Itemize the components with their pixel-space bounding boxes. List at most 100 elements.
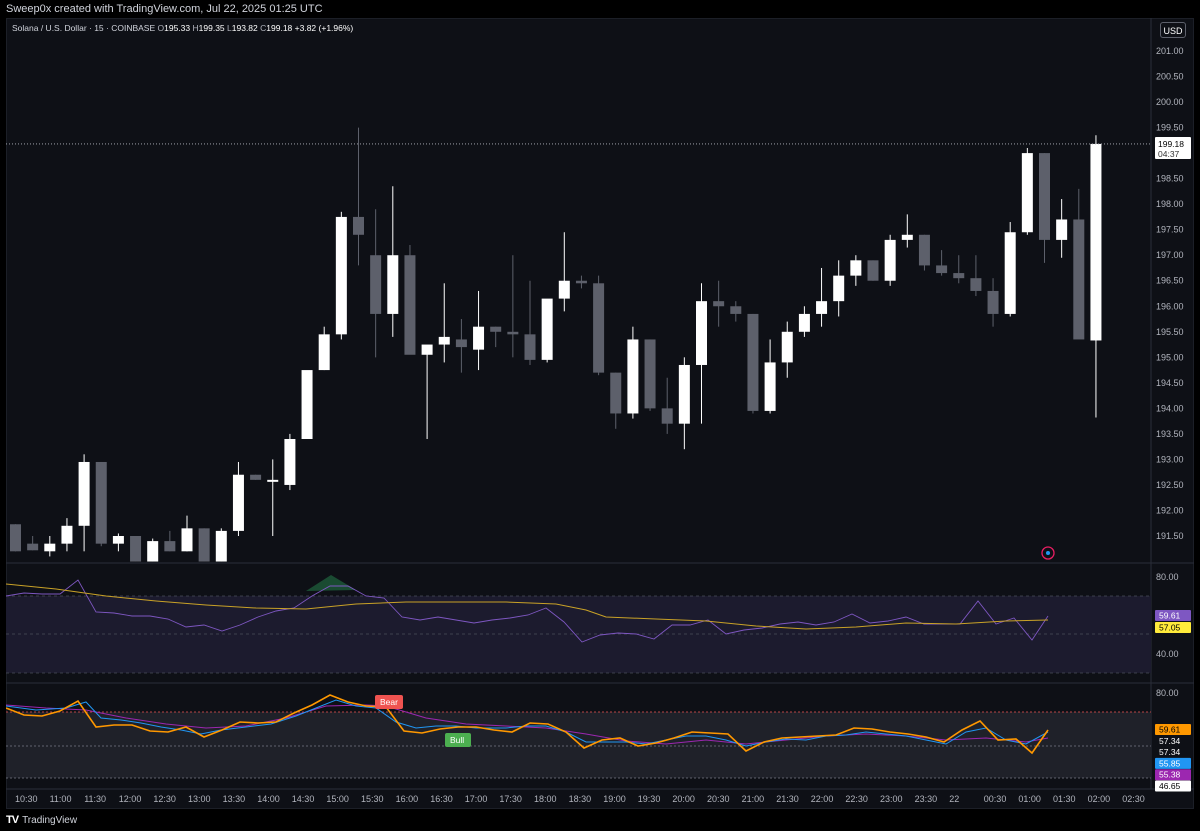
time-axis-label: 19:30 — [638, 794, 661, 804]
price-axis-label: 195.00 — [1156, 352, 1184, 362]
candle-body — [78, 461, 90, 526]
candle-body — [455, 339, 467, 348]
rsi-badges: 59.61 57.05 — [1155, 610, 1191, 633]
footer: TV TradingView — [6, 812, 77, 828]
time-axis-label: 23:30 — [915, 794, 938, 804]
price-axis[interactable]: 201.00 200.50 200.00 199.50 198.50 198.00 197.… — [1156, 46, 1184, 541]
time-axis-label: 01:30 — [1053, 794, 1076, 804]
time-axis-label: 19:00 — [603, 794, 626, 804]
candle-body — [10, 524, 21, 552]
time-axis-label: 13:30 — [223, 794, 246, 804]
candle-body — [473, 326, 485, 350]
candle-body — [798, 313, 810, 332]
candle-body — [387, 255, 399, 314]
time-axis-label: 00:30 — [984, 794, 1007, 804]
price-axis-label: 200.00 — [1156, 97, 1184, 107]
price-axis-label: 198.00 — [1156, 199, 1184, 209]
currency-button[interactable]: USD — [1160, 22, 1186, 38]
candle-body — [764, 362, 776, 411]
open-value: 195.33 — [164, 23, 191, 33]
price-axis-label: 199.50 — [1156, 123, 1184, 133]
candle-body — [661, 408, 673, 424]
candle-body — [901, 234, 913, 240]
time-axis-label: 02:00 — [1088, 794, 1111, 804]
candle-body — [781, 331, 793, 363]
candle-body — [918, 234, 930, 266]
candle-body — [1056, 219, 1068, 240]
candle-body — [593, 283, 605, 373]
candle-body — [867, 260, 879, 281]
price-axis-label: 195.50 — [1156, 327, 1184, 337]
candle-body — [558, 280, 570, 299]
candle-body — [644, 339, 656, 409]
candle-body — [627, 339, 639, 414]
candle-body — [215, 530, 227, 562]
time-axis-label: 12:30 — [153, 794, 176, 804]
rsi-axis-top: 80.00 — [1156, 572, 1179, 582]
candle-body — [370, 255, 382, 314]
osc-badges: 59.6157.3457.3455.8555.3846.65 — [1155, 724, 1191, 792]
candle-body — [404, 255, 416, 355]
value-badge-text: 55.85 — [1159, 758, 1181, 768]
value-badge-text: 59.61 — [1159, 611, 1181, 621]
high-value: 199.35 — [198, 23, 225, 33]
price-axis-label: 192.50 — [1156, 480, 1184, 490]
rsi-overbought-fill — [306, 575, 356, 591]
change-value: +3.82 (+1.96%) — [294, 23, 354, 33]
attribution-text: Sweep0x created with TradingView.com, Ju… — [6, 3, 323, 15]
bear-label: Bear — [380, 697, 398, 707]
candle-body — [421, 344, 433, 355]
candle-body — [301, 370, 313, 439]
candle-body — [1073, 219, 1085, 340]
osc-axis-top: 80.00 — [1156, 688, 1179, 698]
close-value: 199.18 — [266, 23, 293, 33]
candle-body — [713, 301, 725, 307]
time-axis-label: 17:30 — [499, 794, 522, 804]
candle-body — [164, 541, 176, 552]
candlestick-series — [10, 127, 1102, 562]
replay-icon[interactable] — [1041, 546, 1055, 560]
tradingview-logo-icon: TV — [6, 814, 19, 826]
value-badge-text: 57.05 — [1159, 623, 1181, 633]
price-axis-label: 193.00 — [1156, 454, 1184, 464]
candle-body — [44, 543, 56, 552]
candle-body — [575, 280, 587, 284]
value-badge-text: 57.34 — [1159, 736, 1181, 746]
last-price-value: 199.18 — [1158, 139, 1184, 149]
time-axis-label: 17:00 — [465, 794, 488, 804]
time-axis-label: 20:30 — [707, 794, 730, 804]
last-price-countdown: 04:37 — [1158, 149, 1180, 159]
candle-body — [61, 525, 73, 544]
candle-body — [232, 474, 244, 531]
value-badge-text: 59.61 — [1159, 725, 1181, 735]
value-badge-text: 55.38 — [1159, 770, 1181, 780]
time-axis-label: 11:30 — [84, 794, 106, 804]
value-badge-text: 46.65 — [1159, 781, 1181, 791]
time-axis-label: 01:00 — [1018, 794, 1041, 804]
time-axis-label: 15:00 — [326, 794, 349, 804]
candle-body — [438, 336, 450, 345]
time-axis-label: 12:00 — [119, 794, 142, 804]
price-axis-label: 197.50 — [1156, 225, 1184, 235]
time-axis-label: 16:30 — [430, 794, 453, 804]
candle-body — [678, 364, 690, 424]
time-axis[interactable]: 10:30 11:00 11:30 12:00 12:30 13:00 13:30 14:00… — [15, 794, 1145, 804]
time-axis-label: 21:30 — [776, 794, 799, 804]
candle-body — [953, 273, 965, 279]
price-axis-label: 193.50 — [1156, 429, 1184, 439]
candle-body — [730, 306, 742, 314]
candle-body — [198, 528, 210, 562]
candle-body — [490, 326, 502, 332]
symbol-legend[interactable]: Solana / U.S. Dollar · 15 · COINBASE O19… — [12, 23, 353, 33]
candle-body — [696, 301, 707, 365]
time-axis-label: 15:30 — [361, 794, 384, 804]
candle-body — [884, 239, 896, 281]
price-axis-label: 198.50 — [1156, 174, 1184, 184]
price-axis-label: 191.50 — [1156, 531, 1184, 541]
candle-body — [816, 301, 828, 314]
chart-canvas[interactable]: 201.00 200.50 200.00 199.50 198.50 198.00 197.… — [6, 18, 1194, 809]
low-value: 193.82 — [231, 23, 258, 33]
price-axis-label: 194.00 — [1156, 403, 1184, 413]
candle-body — [970, 278, 982, 291]
candle-body — [850, 260, 862, 276]
